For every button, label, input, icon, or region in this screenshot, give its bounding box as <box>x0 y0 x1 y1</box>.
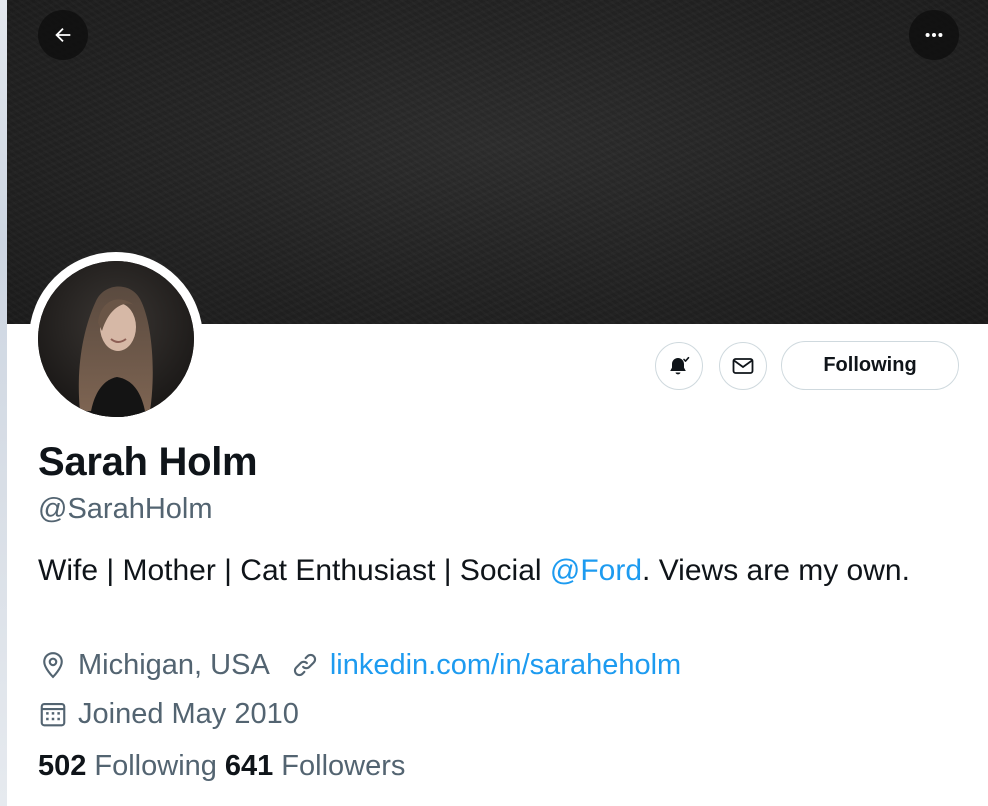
avatar-image <box>38 261 194 417</box>
back-button[interactable] <box>38 10 88 60</box>
following-label: Following <box>94 750 217 782</box>
profile-joined-row: Joined May 2010 <box>38 694 299 734</box>
message-button[interactable] <box>719 342 767 390</box>
location-pin-icon <box>38 650 68 680</box>
bio-text: Wife | Mother | Cat Enthusiast | Social <box>38 554 550 587</box>
following-count: 502 <box>38 750 87 782</box>
more-options-button[interactable] <box>909 10 959 60</box>
joined-text: Joined May 2010 <box>78 697 299 730</box>
bell-check-icon <box>667 354 691 378</box>
calendar-icon <box>38 699 68 729</box>
joined-item: Joined May 2010 <box>38 698 299 731</box>
following-button[interactable]: Following <box>781 341 959 390</box>
profile-meta-row: Michigan, USA linkedin.com/in/saraheholm <box>38 645 681 685</box>
link-icon <box>290 650 320 680</box>
window-edge <box>0 0 7 806</box>
website-item[interactable]: linkedin.com/in/saraheholm <box>290 649 681 682</box>
bio-text-end: . Views are my own. <box>642 554 910 587</box>
location-text: Michigan, USA <box>78 648 270 681</box>
avatar[interactable] <box>38 261 194 417</box>
user-handle: @SarahHolm <box>38 493 213 525</box>
more-horizontal-icon <box>923 24 945 46</box>
profile-bio: Wife | Mother | Cat Enthusiast | Social … <box>38 548 938 594</box>
location-item: Michigan, USA <box>38 649 270 682</box>
arrow-left-icon <box>52 24 74 46</box>
envelope-icon <box>731 354 755 378</box>
profile-page: Following Sarah Holm @SarahHolm Wife | M… <box>0 0 988 806</box>
website-link[interactable]: linkedin.com/in/saraheholm <box>330 649 681 682</box>
follow-stats: 502 Following 641 Followers <box>38 750 405 783</box>
bio-mention-link[interactable]: @Ford <box>550 554 642 587</box>
following-stat[interactable]: 502 Following <box>38 750 217 783</box>
display-name: Sarah Holm <box>38 440 258 484</box>
followers-stat[interactable]: 641 Followers <box>225 750 405 783</box>
notifications-button[interactable] <box>655 342 703 390</box>
followers-label: Followers <box>281 750 406 782</box>
followers-count: 641 <box>224 750 274 782</box>
